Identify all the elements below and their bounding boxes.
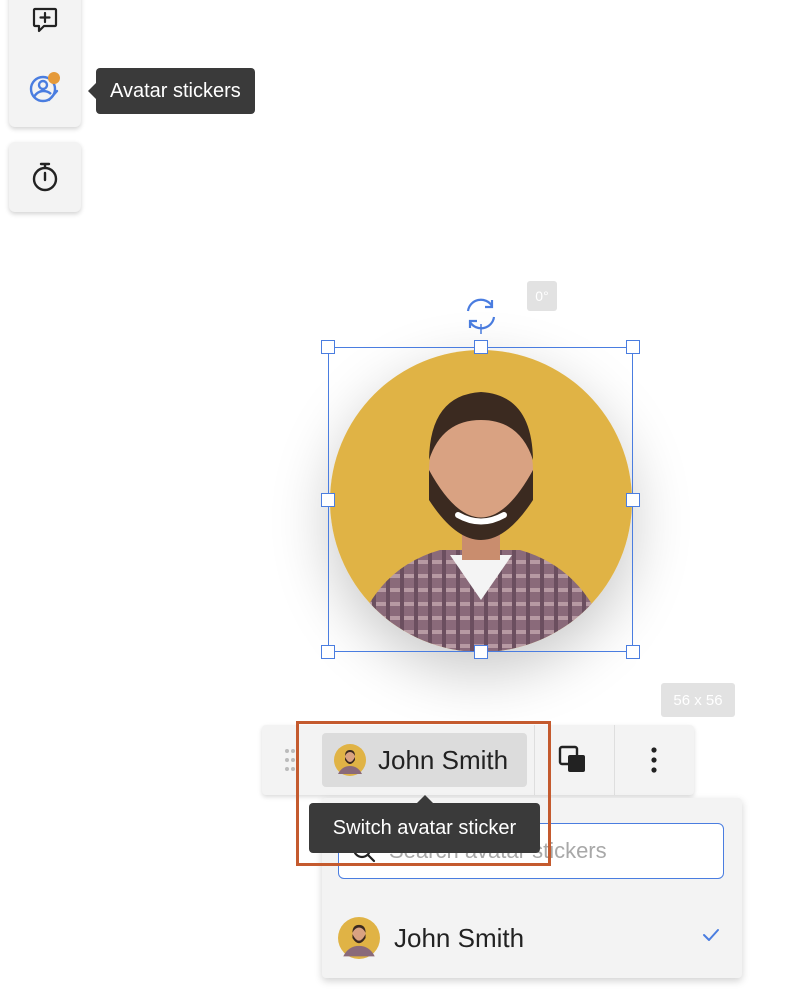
layers-icon: [558, 745, 585, 772]
avatar-thumbnail: [334, 744, 366, 776]
rotate-handle[interactable]: [461, 294, 501, 342]
timer-icon: [32, 162, 58, 192]
selected-avatar-name: John Smith: [378, 744, 509, 775]
toolbar-divider: [614, 725, 615, 795]
avatar-list-item-name: John Smith: [394, 922, 525, 953]
avatar-list-item[interactable]: John Smith: [322, 906, 742, 970]
toolbar-divider: [534, 725, 535, 795]
resize-handle-right[interactable]: [626, 493, 640, 507]
tool-card-timer: [9, 142, 81, 212]
resize-handle-left[interactable]: [321, 493, 335, 507]
rotate-icon: [466, 298, 496, 342]
size-badge: 56 x 56: [661, 683, 735, 717]
tool-card-top: [9, 0, 81, 127]
add-comment-button[interactable]: [9, 0, 81, 40]
selection-box: [328, 347, 633, 652]
more-options-button[interactable]: [618, 733, 690, 787]
avatar-sticker-icon: [29, 72, 60, 103]
drag-handle[interactable]: [280, 743, 300, 777]
add-comment-icon: [32, 7, 58, 33]
avatar-stickers-button[interactable]: [9, 60, 81, 116]
resize-handle-bottom-right[interactable]: [626, 645, 640, 659]
resize-handle-bottom[interactable]: [474, 645, 488, 659]
layer-order-button[interactable]: [537, 733, 609, 787]
resize-handle-top-right[interactable]: [626, 340, 640, 354]
switch-avatar-button[interactable]: John Smith: [322, 733, 527, 787]
notification-dot: [48, 72, 60, 84]
avatar-stickers-tooltip: Avatar stickers: [88, 68, 255, 114]
avatar-thumbnail: [338, 917, 380, 959]
sticker-toolbar: John Smith: [262, 725, 694, 795]
drag-dots-icon: [285, 749, 295, 771]
resize-handle-top-left[interactable]: [321, 340, 335, 354]
resize-handle-bottom-left[interactable]: [321, 645, 335, 659]
more-vertical-icon: [651, 747, 657, 773]
switch-avatar-tooltip: Switch avatar sticker: [309, 795, 540, 853]
timer-button[interactable]: [9, 149, 81, 205]
check-icon: [703, 929, 719, 941]
rotation-angle-badge: 0°: [527, 281, 557, 311]
resize-handle-top[interactable]: [474, 340, 488, 354]
